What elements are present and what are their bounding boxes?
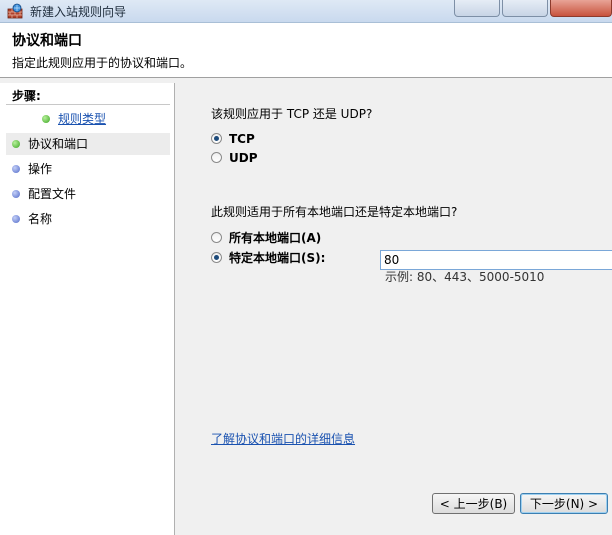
step-label: 配置文件 [28,187,77,201]
ports-question: 此规则适用于所有本地端口还是特定本地端口? [211,205,458,219]
step-label: 规则类型 [58,112,107,126]
step-action: 操作 [6,158,170,180]
title-bar[interactable]: 新建入站规则向导 [0,0,612,23]
step-profile: 配置文件 [6,183,170,205]
firewall-wizard-icon [7,3,23,19]
radio-label: 特定本地端口(S): [229,251,326,265]
ports-example: 示例: 80、443、5000-5010 [385,270,545,284]
step-pending-icon [12,165,20,173]
radio-label: 所有本地端口(A) [229,231,322,245]
radio-label: UDP [229,151,258,165]
minimize-button[interactable] [454,0,500,17]
main-content: 该规则应用于 TCP 还是 UDP? TCP UDP 此规则适用于所有本地端口还… [175,83,612,535]
radio-button-selected[interactable] [211,133,222,144]
step-name: 名称 [6,208,170,230]
next-button[interactable]: 下一步(N) > [520,493,608,514]
specific-ports-input[interactable] [380,250,612,270]
protocol-question: 该规则应用于 TCP 还是 UDP? [211,107,373,121]
radio-button[interactable] [211,152,222,163]
page-title: 协议和端口 [12,33,82,49]
radio-label: TCP [229,132,255,146]
step-pending-icon [12,215,20,223]
close-button[interactable] [550,0,612,17]
radio-button-selected[interactable] [211,252,222,263]
page-header: 协议和端口 指定此规则应用于的协议和端口。 [0,23,612,78]
step-label: 协议和端口 [28,137,89,151]
step-label: 名称 [28,212,53,226]
window-controls [452,0,612,18]
steps-heading: 步骤: [12,89,41,103]
maximize-button[interactable] [502,0,548,17]
window-title: 新建入站规则向导 [30,5,127,19]
help-link[interactable]: 了解协议和端口的详细信息 [211,430,355,447]
step-done-icon [12,140,20,148]
radio-button[interactable] [211,232,222,243]
steps-panel: 步骤: 规则类型 协议和端口 操作 配置文件 名称 [0,83,175,535]
back-button[interactable]: < 上一步(B) [432,493,515,514]
step-pending-icon [12,190,20,198]
step-label: 操作 [28,162,53,176]
steps-divider [6,104,170,105]
page-subtitle: 指定此规则应用于的协议和端口。 [12,56,193,70]
step-done-icon [42,115,50,123]
step-protocol-ports[interactable]: 协议和端口 [6,133,170,155]
